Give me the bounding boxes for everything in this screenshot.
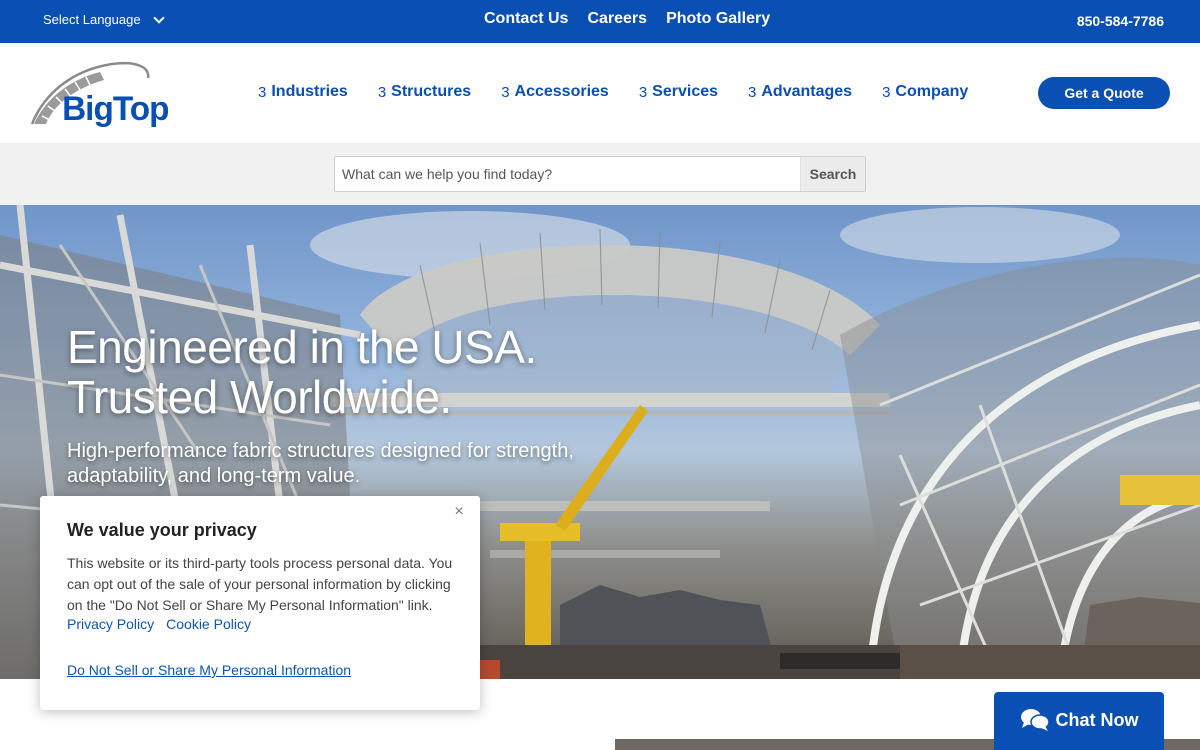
hero-title-line1: Engineered in the USA. [67,321,537,373]
nav-advantages[interactable]: 3 Advantages [748,83,852,101]
logo-wordmark: BigTop [62,90,169,128]
hero-title: Engineered in the USA. Trusted Worldwide… [67,322,537,422]
site-header: BigTop 3 Industries 3 Structures 3 Acces… [0,43,1200,143]
contact-us-link[interactable]: Contact Us [484,10,568,28]
search-band: Search [0,143,1200,205]
chat-now-button[interactable]: Chat Now [994,692,1164,750]
do-not-sell-link[interactable]: Do Not Sell or Share My Personal Informa… [67,662,351,678]
top-bar: Select Language Contact Us Careers Photo… [0,0,1200,43]
nav-arrow-icon: 3 [748,83,757,101]
bigtop-logo[interactable]: BigTop [30,58,185,130]
language-select-label: Select Language [43,12,141,27]
privacy-title: We value your privacy [67,520,257,540]
get-a-quote-button[interactable]: Get a Quote [1038,77,1170,109]
hero-title-line2: Trusted Worldwide. [67,371,452,423]
nav-arrow-icon: 3 [501,83,510,101]
privacy-body: This website or its third-party tools pr… [67,555,453,613]
nav-accessories[interactable]: 3 Accessories [501,83,609,101]
nav-services[interactable]: 3 Services [639,83,718,101]
close-icon[interactable]: × [452,504,466,520]
main-nav: 3 Industries 3 Structures 3 Accessories … [258,83,968,101]
nav-label: Company [895,83,969,100]
privacy-links: Privacy Policy Cookie Policy [67,616,251,632]
search-input[interactable] [335,157,801,191]
nav-structures[interactable]: 3 Structures [378,83,471,101]
chat-now-label: Chat Now [1055,709,1139,730]
nav-label: Services [652,83,719,100]
top-links: Contact Us Careers Photo Gallery [484,10,770,28]
nav-arrow-icon: 3 [882,83,891,101]
nav-arrow-icon: 3 [258,83,267,101]
nav-label: Industries [271,83,348,100]
hero-subtitle: High-performance fabric structures desig… [67,440,574,487]
privacy-dialog: × We value your privacy This website or … [40,496,480,710]
chat-bubbles-icon [1020,709,1050,731]
photo-gallery-link[interactable]: Photo Gallery [666,10,770,28]
language-select[interactable]: Select Language [43,11,165,27]
nav-arrow-icon: 3 [377,83,387,101]
cookie-policy-link[interactable]: Cookie Policy [166,616,251,632]
nav-label: Structures [391,83,472,100]
nav-label: Advantages [761,83,853,100]
phone-number[interactable]: 850-584-7786 [1077,13,1164,29]
nav-label: Accessories [514,83,609,100]
nav-company[interactable]: 3 Company [882,83,968,101]
privacy-policy-link[interactable]: Privacy Policy [67,616,154,632]
search-button[interactable]: Search [800,157,865,191]
nav-industries[interactable]: 3 Industries [258,83,348,101]
chevron-down-icon [152,11,165,24]
search-box: Search [334,156,866,192]
careers-link[interactable]: Careers [587,10,647,28]
nav-arrow-icon: 3 [638,83,648,101]
